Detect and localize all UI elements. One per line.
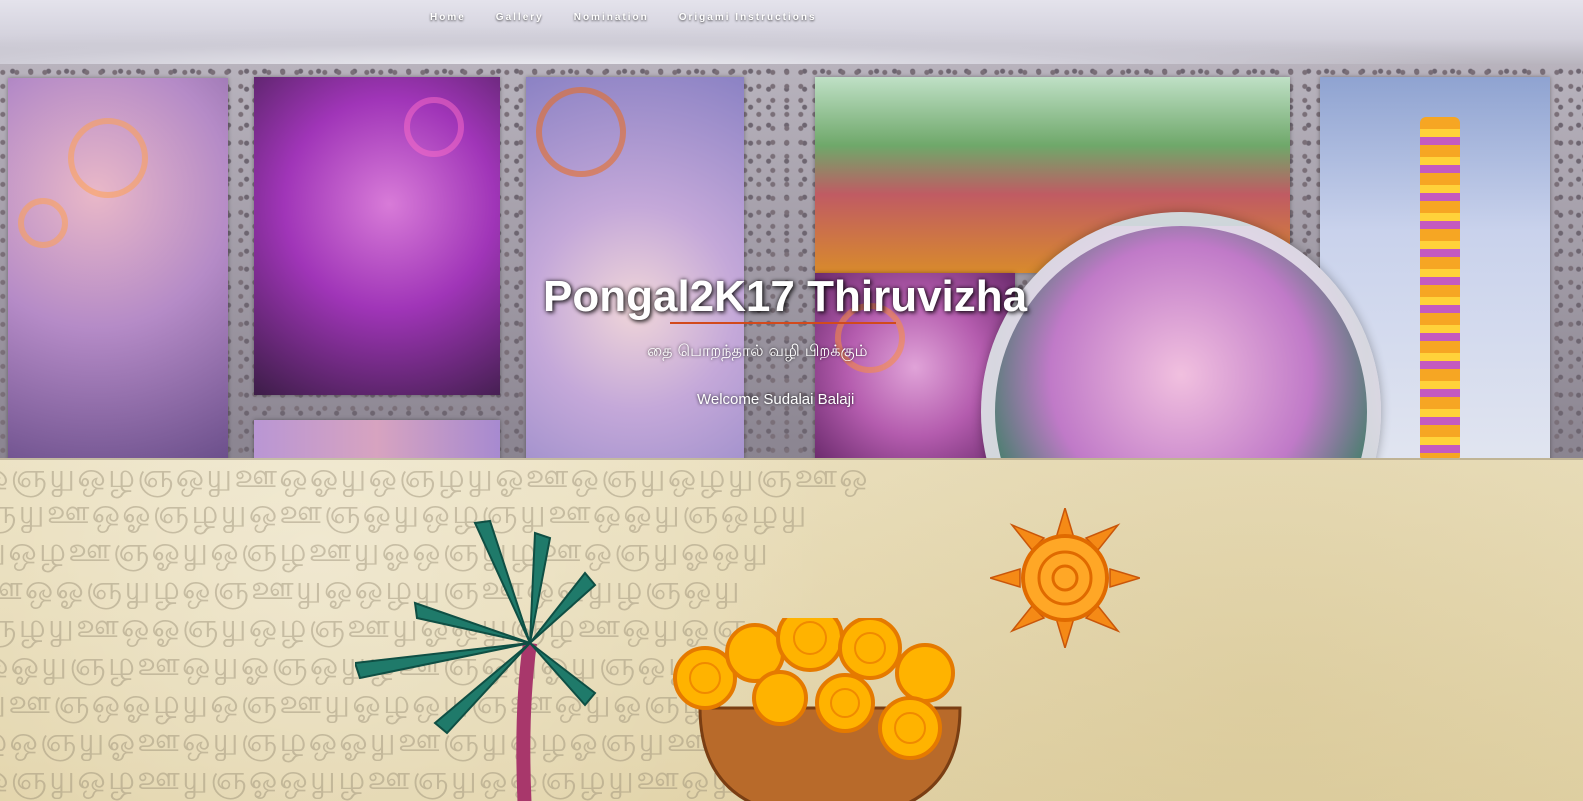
- speaker-photo: [8, 78, 228, 462]
- dancer-photo: [254, 77, 500, 395]
- pongal-pot-quilling-icon: [673, 618, 962, 801]
- nav-origami-instructions[interactable]: Origami Instructions: [679, 12, 817, 28]
- page-subtitle: தை பொறந்தால் வழி பிறக்கும்: [647, 341, 868, 360]
- welcome-message: Welcome Sudalai Balaji: [697, 391, 855, 408]
- quilling-strip-photo: [254, 420, 500, 462]
- nav-home[interactable]: Home: [430, 12, 466, 28]
- section-divider: [0, 458, 1583, 460]
- quilling-artwork: ஓஞ௶ஒழஞஒ௶ஊஒஓ௶ஒஞழ௶ஓஊஒஞ௶ஒழ௶ஞஊஒ ஞ௶ஊஒஓஞழ௶ஒஊஞஓ…: [0, 458, 1583, 801]
- nav-nomination[interactable]: Nomination: [574, 12, 649, 28]
- title-underline: [670, 322, 896, 324]
- nav-gallery[interactable]: Gallery: [496, 12, 544, 28]
- sun-quilling-icon: [990, 508, 1140, 648]
- main-nav: Home Gallery Nomination Origami Instruct…: [430, 12, 817, 28]
- palm-tree-quilling-icon: [355, 519, 597, 801]
- lamp-decoration: [1420, 117, 1460, 462]
- page-title: Pongal2K17 Thiruvizha: [543, 272, 1028, 321]
